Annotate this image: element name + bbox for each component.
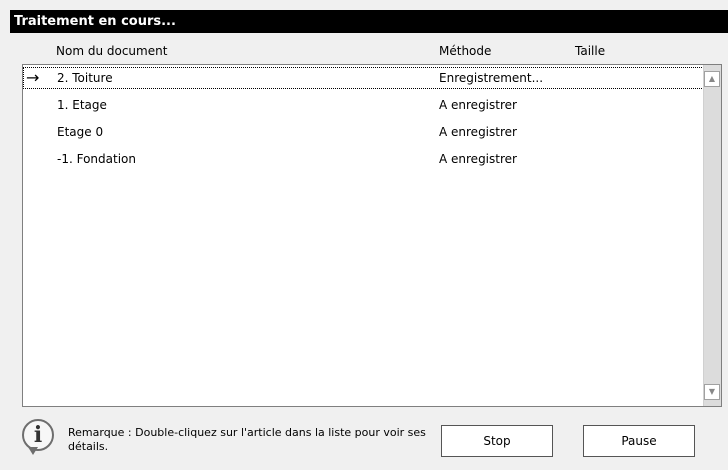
- stop-button[interactable]: Stop: [441, 425, 553, 457]
- list-item-current[interactable]: → 2. Toiture Enregistrement...: [23, 67, 704, 89]
- list-item[interactable]: -1. Fondation A enregistrer: [23, 148, 704, 170]
- right-arrow-icon: →: [26, 68, 40, 87]
- document-list[interactable]: → 2. Toiture Enregistrement... 1. Etage …: [22, 64, 722, 407]
- document-method: Enregistrement...: [439, 71, 544, 85]
- document-name: 2. Toiture: [57, 71, 113, 85]
- list-header: Nom du document Méthode Taille: [0, 40, 728, 64]
- column-header-name[interactable]: Nom du document: [56, 44, 167, 58]
- remark-text: Remarque : Double-cliquez sur l'article …: [68, 426, 426, 453]
- document-name: 1. Etage: [57, 98, 107, 112]
- pause-button[interactable]: Pause: [583, 425, 695, 457]
- list-item[interactable]: Etage 0 A enregistrer: [23, 121, 704, 143]
- column-header-size[interactable]: Taille: [575, 44, 605, 58]
- scroll-down-arrow-icon[interactable]: ▼: [704, 384, 720, 400]
- scroll-up-arrow-icon[interactable]: ▲: [704, 71, 720, 87]
- document-rows: → 2. Toiture Enregistrement... 1. Etage …: [23, 65, 704, 406]
- document-name: -1. Fondation: [57, 152, 136, 166]
- document-method: A enregistrer: [439, 125, 517, 139]
- vertical-scrollbar[interactable]: ▲ ▼: [703, 65, 721, 406]
- list-item[interactable]: 1. Etage A enregistrer: [23, 94, 704, 116]
- document-name: Etage 0: [57, 125, 104, 139]
- info-icon: i: [22, 419, 54, 455]
- document-method: A enregistrer: [439, 152, 517, 166]
- document-method: A enregistrer: [439, 98, 517, 112]
- window-title: Traitement en cours...: [10, 10, 728, 33]
- column-header-method[interactable]: Méthode: [439, 44, 491, 58]
